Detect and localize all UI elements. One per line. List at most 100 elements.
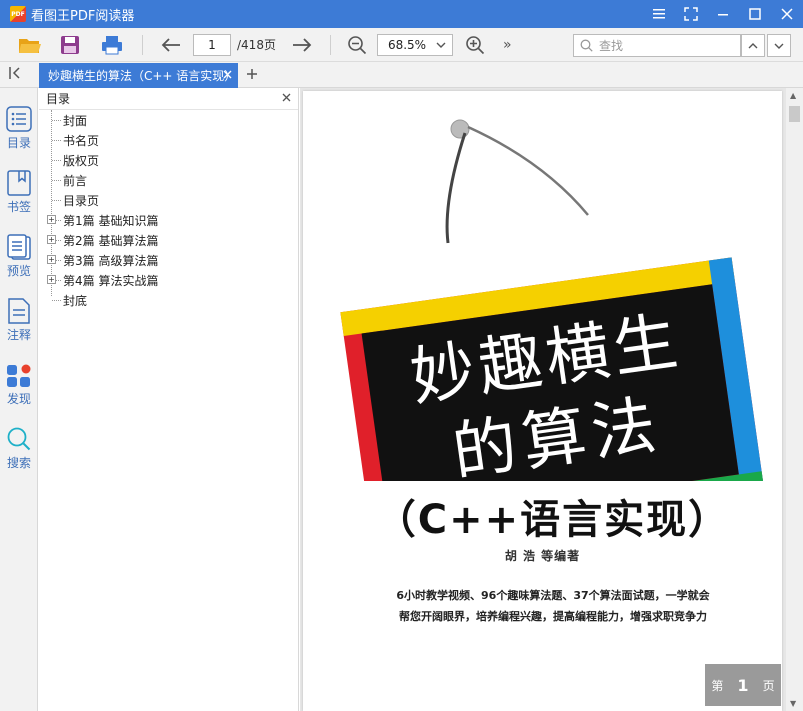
scroll-thumb[interactable] xyxy=(789,106,800,122)
sidebar-item-label: 目录 xyxy=(6,136,31,150)
sidebar-item-label: 预览 xyxy=(6,264,31,278)
note-icon xyxy=(8,298,30,324)
collapse-sidebar-button[interactable] xyxy=(8,66,22,84)
sidebar-item-search[interactable]: 搜索 xyxy=(0,426,38,471)
zoom-out-button[interactable] xyxy=(345,33,369,57)
page-number-input[interactable]: 1 xyxy=(193,33,231,56)
window-controls xyxy=(643,0,803,28)
search-icon xyxy=(7,427,31,451)
collapse-left-icon xyxy=(9,67,20,79)
menu-icon xyxy=(653,9,665,19)
new-tab-button[interactable] xyxy=(246,65,258,84)
list-icon xyxy=(6,106,32,132)
toc-header: 目录 xyxy=(39,88,298,110)
tab-label: 妙趣横生的算法（C++ 语言实现） xyxy=(48,69,237,83)
page-total-label: /418页 xyxy=(237,38,276,52)
toolbar-divider xyxy=(142,34,143,55)
maximize-button[interactable] xyxy=(739,0,771,28)
menu-button[interactable] xyxy=(643,0,675,28)
scroll-down-icon[interactable]: ▼ xyxy=(790,699,796,708)
expand-icon[interactable]: + xyxy=(47,255,56,264)
tab-close-button[interactable] xyxy=(223,68,232,82)
sidebar-item-label: 发现 xyxy=(6,392,31,406)
cover-subtitle: （C++语言实现） xyxy=(375,497,731,543)
scroll-up-icon[interactable]: ▲ xyxy=(790,91,796,100)
fullscreen-icon xyxy=(684,7,698,21)
toc-item[interactable]: 书名页 xyxy=(39,130,298,150)
bookmark-icon xyxy=(7,170,31,196)
expand-icon[interactable]: + xyxy=(47,275,56,284)
expand-icon[interactable]: + xyxy=(47,215,56,224)
sidebar-item-label: 注释 xyxy=(6,328,31,342)
print-button[interactable] xyxy=(100,33,124,57)
sidebar-item-label: 搜索 xyxy=(6,456,31,470)
thumbnail-icon xyxy=(7,234,31,260)
document-viewer[interactable]: 妙趣横生 的算法 （C++语言实现） 胡 浩 等编著 6小时教学视频、96个趣味… xyxy=(300,88,803,711)
cover-description-1: 6小时教学视频、96个趣味算法题、37个算法面试题，一学就会 xyxy=(396,589,710,602)
zoom-out-icon xyxy=(348,35,367,54)
nail-icon xyxy=(450,119,470,139)
toc-item[interactable]: + 第1篇 基础知识篇 xyxy=(39,210,298,230)
toc-item[interactable]: 封面 xyxy=(39,110,298,130)
search-placeholder: 查找 xyxy=(599,39,624,53)
fullscreen-button[interactable] xyxy=(675,0,707,28)
vertical-scrollbar[interactable]: ▲ ▼ xyxy=(786,88,803,711)
toolbar-divider xyxy=(329,34,331,55)
close-button[interactable] xyxy=(771,0,803,28)
toc-item[interactable]: + 第2篇 基础算法篇 xyxy=(39,230,298,250)
toc-panel: 目录 封面 书名页 版权页 前言 目录页 + 第1篇 基础知识篇 + 第2篇 基础算… xyxy=(39,88,299,711)
more-tools-button[interactable]: » xyxy=(503,37,512,53)
close-icon xyxy=(282,93,291,102)
tab-document[interactable]: 妙趣横生的算法（C++ 语言实现） xyxy=(39,63,238,88)
toc-item[interactable]: 封底 xyxy=(39,290,298,310)
search-input[interactable]: 查找 xyxy=(573,34,741,57)
sidebar-item-bookmark[interactable]: 书签 xyxy=(0,170,38,215)
minimize-icon xyxy=(718,14,728,16)
save-button[interactable] xyxy=(58,33,82,57)
zoom-in-button[interactable] xyxy=(463,33,487,57)
chevron-down-icon xyxy=(436,42,446,48)
plus-icon xyxy=(247,69,257,79)
toc-item[interactable]: 版权页 xyxy=(39,150,298,170)
window-title: 看图王PDF阅读器 xyxy=(31,8,135,24)
sidebar-item-label: 书签 xyxy=(6,200,31,214)
toc-item[interactable]: 目录页 xyxy=(39,190,298,210)
search-next-button[interactable] xyxy=(767,34,791,57)
tab-bar: 妙趣横生的算法（C++ 语言实现） xyxy=(0,62,803,88)
minimize-button[interactable] xyxy=(707,0,739,28)
sidebar-item-discover[interactable]: 发现 xyxy=(0,362,38,407)
printer-icon xyxy=(102,35,122,54)
toc-close-button[interactable] xyxy=(282,91,291,105)
left-sidebar: 目录 书签 预览 注释 发现 搜索 xyxy=(0,88,38,711)
folder-icon xyxy=(19,38,41,53)
pdf-page: 妙趣横生 的算法 （C++语言实现） 胡 浩 等编著 6小时教学视频、96个趣味… xyxy=(303,91,782,711)
close-icon xyxy=(223,70,232,79)
cover-illustration: 妙趣横生 的算法 xyxy=(340,119,765,481)
sidebar-item-preview[interactable]: 预览 xyxy=(0,234,38,279)
title-bar: PDF 看图王PDF阅读器 xyxy=(0,0,803,28)
arrow-right-icon xyxy=(292,37,312,52)
zoom-in-icon xyxy=(466,35,485,54)
maximize-icon xyxy=(749,8,761,20)
save-icon xyxy=(61,35,79,54)
open-button[interactable] xyxy=(18,33,42,57)
toc-item[interactable]: 前言 xyxy=(39,170,298,190)
next-page-button[interactable] xyxy=(290,33,314,57)
close-icon xyxy=(781,8,793,20)
app-logo-icon: PDF xyxy=(10,6,26,22)
zoom-select[interactable]: 68.5% xyxy=(376,33,453,56)
cover-description-2: 帮您开阔眼界，培养编程兴趣，提高编程能力，增强求职竞争力 xyxy=(399,610,707,623)
toc-item[interactable]: + 第4篇 算法实战篇 xyxy=(39,270,298,290)
zoom-value: 68.5% xyxy=(387,37,427,52)
search-prev-button[interactable] xyxy=(741,34,765,57)
toc-item[interactable]: + 第3篇 高级算法篇 xyxy=(39,250,298,270)
expand-icon[interactable]: + xyxy=(47,235,56,244)
page-indicator: 第 1 页 xyxy=(705,664,781,706)
discover-icon xyxy=(7,364,31,387)
page-indicator-number: 1 xyxy=(737,675,749,695)
chevron-down-icon xyxy=(774,43,784,49)
toc-title: 目录 xyxy=(46,92,71,106)
prev-page-button[interactable] xyxy=(159,33,183,57)
sidebar-item-toc[interactable]: 目录 xyxy=(0,106,38,151)
sidebar-item-notes[interactable]: 注释 xyxy=(0,298,38,343)
